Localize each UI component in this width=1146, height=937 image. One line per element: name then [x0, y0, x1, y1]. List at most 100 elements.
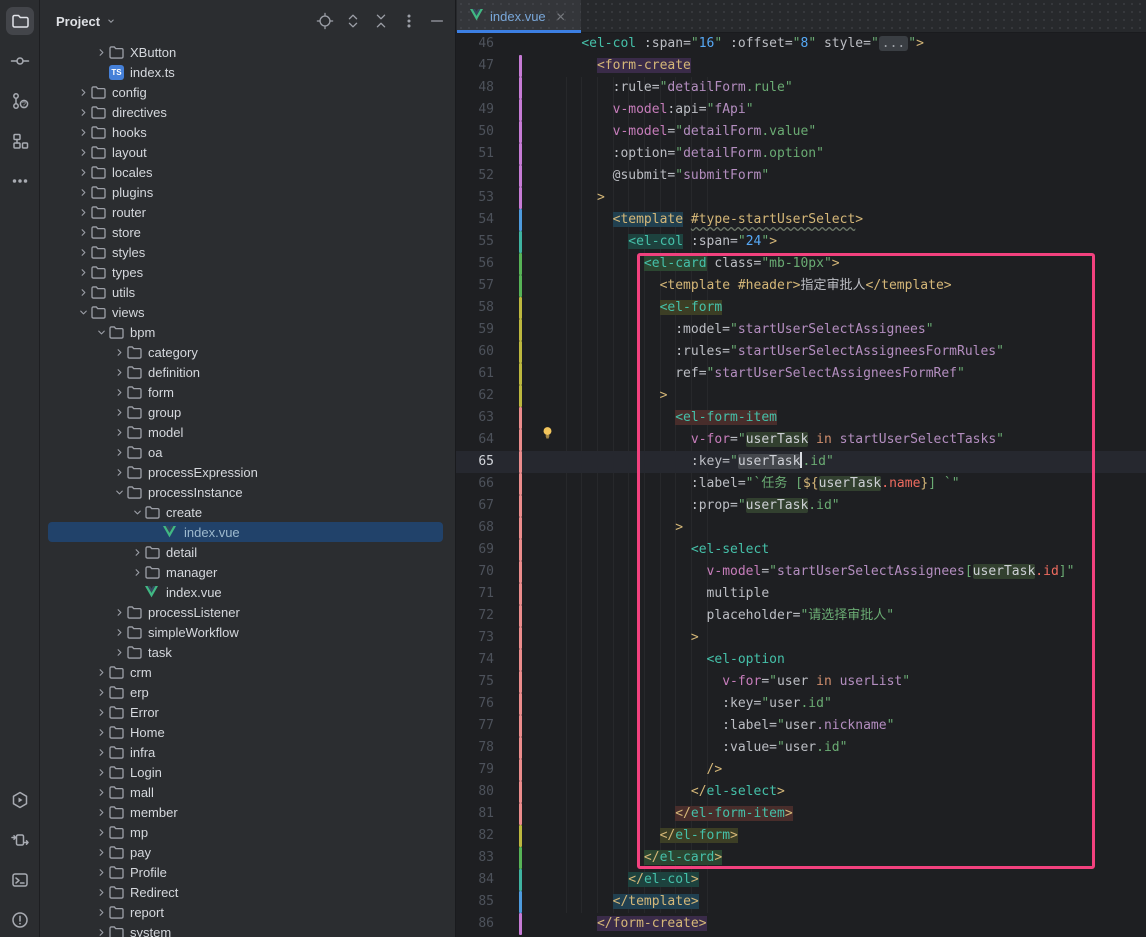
code-line-86[interactable]: 86 </form-create> [456, 913, 1146, 935]
code-line-60[interactable]: 60 :rules="startUserSelectAssigneesFormR… [456, 341, 1146, 363]
tree-row-directives[interactable]: directives [40, 102, 455, 122]
code-line-57[interactable]: 57 <template #header>指定审批人</template> [456, 275, 1146, 297]
tree-row-processInstance[interactable]: processInstance [40, 482, 455, 502]
tree-row-manager[interactable]: manager [40, 562, 455, 582]
chevron-right-icon[interactable] [93, 784, 109, 800]
chevron-right-icon[interactable] [75, 104, 91, 120]
tree-row-Redirect[interactable]: Redirect [40, 882, 455, 902]
code-line-53[interactable]: 53 > [456, 187, 1146, 209]
tree-row-types[interactable]: types [40, 262, 455, 282]
chevron-down-icon[interactable] [106, 14, 116, 29]
close-tab-icon[interactable]: ✕ [556, 10, 566, 24]
chevron-right-icon[interactable] [75, 164, 91, 180]
chevron-right-icon[interactable] [75, 204, 91, 220]
code-line-76[interactable]: 76 :key="user.id" [456, 693, 1146, 715]
code-line-48[interactable]: 48 :rule="detailForm.rule" [456, 77, 1146, 99]
chevron-right-icon[interactable] [93, 664, 109, 680]
pull-requests-tool-icon[interactable]: ? [6, 87, 34, 115]
code-line-63[interactable]: 63 <el-form-item [456, 407, 1146, 429]
code-line-61[interactable]: 61 ref="startUserSelectAssigneesFormRef" [456, 363, 1146, 385]
tree-row-report[interactable]: report [40, 902, 455, 922]
chevron-right-icon[interactable] [111, 404, 127, 420]
tree-row-group[interactable]: group [40, 402, 455, 422]
chevron-right-icon[interactable] [75, 224, 91, 240]
tree-row-task[interactable]: task [40, 642, 455, 662]
tree-row-index-vue[interactable]: index.vue [40, 582, 455, 602]
chevron-right-icon[interactable] [93, 684, 109, 700]
chevron-right-icon[interactable] [129, 564, 145, 580]
tree-row-config[interactable]: config [40, 82, 455, 102]
code-line-50[interactable]: 50 v-model="detailForm.value" [456, 121, 1146, 143]
tree-row-system[interactable]: system [40, 922, 455, 937]
code-line-46[interactable]: 46 <el-col :span="16" :offset="8" style=… [456, 33, 1146, 55]
tree-row-Home[interactable]: Home [40, 722, 455, 742]
code-line-82[interactable]: 82 </el-form> [456, 825, 1146, 847]
chevron-right-icon[interactable] [93, 764, 109, 780]
tree-row-erp[interactable]: erp [40, 682, 455, 702]
chevron-right-icon[interactable] [93, 884, 109, 900]
code-line-64[interactable]: 64 v-for="userTask in startUserSelectTas… [456, 429, 1146, 451]
tree-row-crm[interactable]: crm [40, 662, 455, 682]
tab-index-vue[interactable]: index.vue ✕ [457, 0, 581, 33]
commit-tool-icon[interactable] [6, 47, 34, 75]
code-line-52[interactable]: 52 @submit="submitForm" [456, 165, 1146, 187]
chevron-right-icon[interactable] [93, 744, 109, 760]
chevron-right-icon[interactable] [75, 264, 91, 280]
tree-row-plugins[interactable]: plugins [40, 182, 455, 202]
chevron-right-icon[interactable] [93, 824, 109, 840]
code-line-81[interactable]: 81 </el-form-item> [456, 803, 1146, 825]
tree-row-form[interactable]: form [40, 382, 455, 402]
code-line-75[interactable]: 75 v-for="user in userList" [456, 671, 1146, 693]
code-line-85[interactable]: 85 </template> [456, 891, 1146, 913]
tree-row-definition[interactable]: definition [40, 362, 455, 382]
code-area[interactable]: 46 <el-col :span="16" :offset="8" style=… [456, 33, 1146, 937]
tree-row-detail[interactable]: detail [40, 542, 455, 562]
tree-row-Login[interactable]: Login [40, 762, 455, 782]
chevron-right-icon[interactable] [93, 924, 109, 937]
code-line-58[interactable]: 58 <el-form [456, 297, 1146, 319]
project-panel-title[interactable]: Project [56, 14, 100, 29]
options-kebab-icon[interactable] [399, 11, 419, 31]
tree-row-Profile[interactable]: Profile [40, 862, 455, 882]
tree-row-XButton[interactable]: XButton [40, 42, 455, 62]
chevron-right-icon[interactable] [111, 624, 127, 640]
tree-row-member[interactable]: member [40, 802, 455, 822]
structure-tool-icon[interactable] [6, 127, 34, 155]
tree-row-model[interactable]: model [40, 422, 455, 442]
tree-row-locales[interactable]: locales [40, 162, 455, 182]
tree-row-Error[interactable]: Error [40, 702, 455, 722]
tree-row-store[interactable]: store [40, 222, 455, 242]
expand-all-icon[interactable] [343, 11, 363, 31]
intention-bulb-icon[interactable] [540, 425, 556, 441]
code-line-78[interactable]: 78 :value="user.id" [456, 737, 1146, 759]
code-line-56[interactable]: 56 <el-card class="mb-10px"> [456, 253, 1146, 275]
tree-row-mall[interactable]: mall [40, 782, 455, 802]
code-line-77[interactable]: 77 :label="user.nickname" [456, 715, 1146, 737]
chevron-right-icon[interactable] [111, 604, 127, 620]
tree-row-styles[interactable]: styles [40, 242, 455, 262]
tree-row-processListener[interactable]: processListener [40, 602, 455, 622]
chevron-right-icon[interactable] [111, 424, 127, 440]
chevron-right-icon[interactable] [75, 244, 91, 260]
code-line-66[interactable]: 66 :label="`任务 [${userTask.name}] `" [456, 473, 1146, 495]
chevron-right-icon[interactable] [75, 144, 91, 160]
code-line-79[interactable]: 79 /> [456, 759, 1146, 781]
chevron-right-icon[interactable] [111, 364, 127, 380]
chevron-right-icon[interactable] [111, 444, 127, 460]
tree-row-views[interactable]: views [40, 302, 455, 322]
tree-row-index-vue[interactable]: index.vue [40, 522, 455, 542]
more-tools-icon[interactable] [6, 167, 34, 195]
code-line-54[interactable]: 54 <template #type-startUserSelect> [456, 209, 1146, 231]
code-line-80[interactable]: 80 </el-select> [456, 781, 1146, 803]
code-line-69[interactable]: 69 <el-select [456, 539, 1146, 561]
tree-row-index-ts[interactable]: TSindex.ts [40, 62, 455, 82]
tree-row-pay[interactable]: pay [40, 842, 455, 862]
code-line-72[interactable]: 72 placeholder="请选择审批人" [456, 605, 1146, 627]
chevron-right-icon[interactable] [93, 44, 109, 60]
code-line-70[interactable]: 70 v-model="startUserSelectAssignees[use… [456, 561, 1146, 583]
tree-row-layout[interactable]: layout [40, 142, 455, 162]
collapse-all-icon[interactable] [371, 11, 391, 31]
code-line-67[interactable]: 67 :prop="userTask.id" [456, 495, 1146, 517]
tree-row-bpm[interactable]: bpm [40, 322, 455, 342]
chevron-down-icon[interactable] [129, 504, 145, 520]
